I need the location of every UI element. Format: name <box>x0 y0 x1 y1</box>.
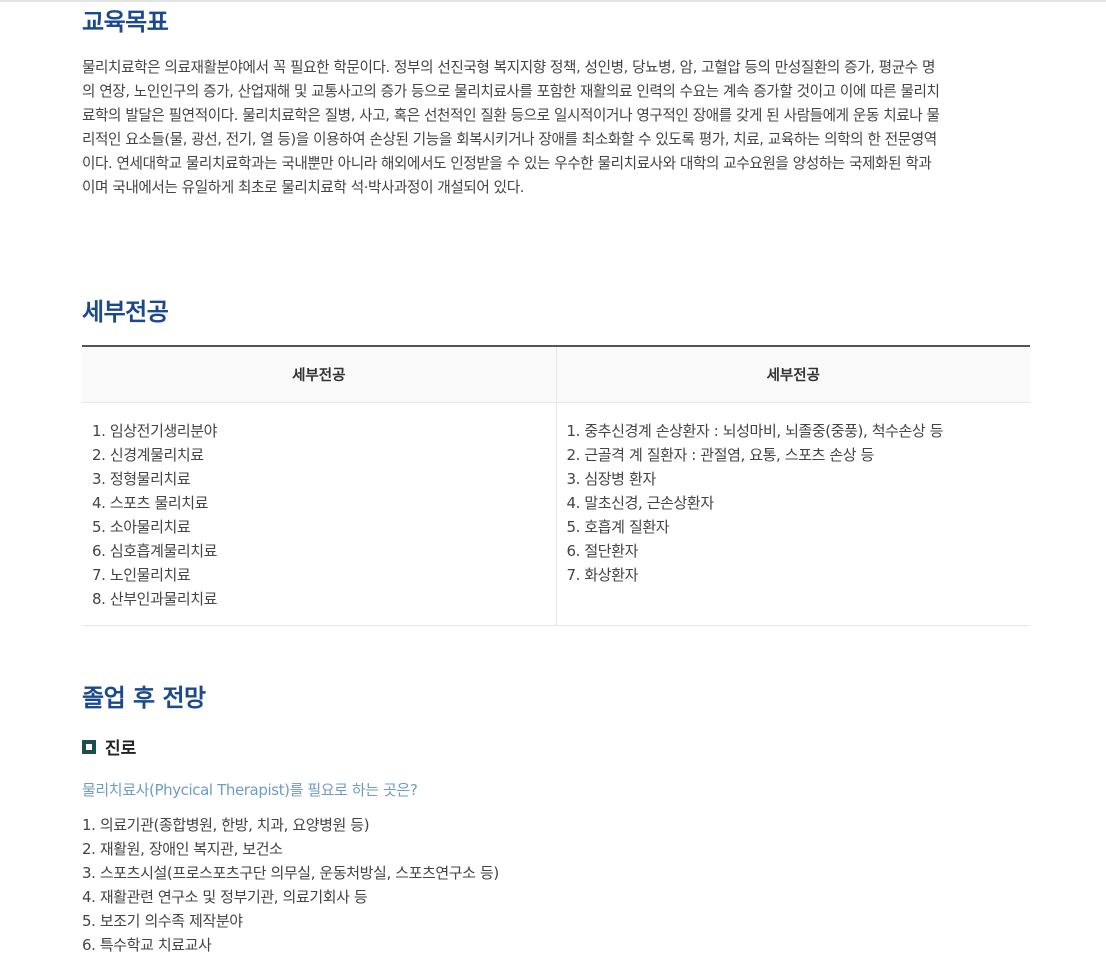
paragraph-line: 료학의 발달은 필연적이다. 물리치료학은 질병, 사고, 혹은 선천적인 질환… <box>82 107 940 124</box>
table-cell-right: 1. 중추신경계 손상환자 : 뇌성마비, 뇌졸중(중풍), 척수손상 등 2.… <box>555 402 1030 626</box>
list-item: 8. 산부인과물리치료 <box>92 590 218 608</box>
list-item: 4. 재활관련 연구소 및 정부기관, 의료기회사 등 <box>82 888 368 906</box>
table-header-row: 세부전공 세부전공 <box>82 346 1030 403</box>
career-subheading: 진로 <box>82 734 136 759</box>
career-lead: 물리치료사(Phycical Therapist)를 필요로 하는 곳은? <box>82 781 418 799</box>
table-header: 세부전공 <box>82 346 556 403</box>
list-item: 4. 말초신경, 근손상환자 <box>566 494 715 512</box>
list-item: 1. 임상전기생리분야 <box>92 422 218 440</box>
list-item: 6. 특수학교 치료교사 <box>82 936 212 954</box>
major-list: 1. 임상전기생리분야 2. 신경계물리치료 3. 정형물리치료 4. 스포츠 … <box>92 419 546 611</box>
list-item: 2. 근골격 계 질환자 : 관절염, 요통, 스포츠 손상 등 <box>566 446 875 464</box>
career-title: 졸업 후 전망 <box>82 684 206 712</box>
list-item: 5. 보조기 의수족 제작분야 <box>82 912 243 930</box>
list-item: 6. 심호흡계물리치료 <box>92 542 218 560</box>
list-item: 3. 스포츠시설(프로스포츠구단 의무실, 운동처방실, 스포츠연구소 등) <box>82 864 499 882</box>
list-item: 6. 절단환자 <box>566 542 639 560</box>
list-item: 7. 화상환자 <box>566 566 639 584</box>
career-subtitle: 진로 <box>105 739 137 759</box>
paragraph-line: 물리치료학은 의료재활분야에서 꼭 필요한 학문이다. 정부의 선진국형 복지지… <box>82 59 936 76</box>
list-item: 4. 스포츠 물리치료 <box>92 494 209 512</box>
table-row: 1. 임상전기생리분야 2. 신경계물리치료 3. 정형물리치료 4. 스포츠 … <box>82 402 1030 626</box>
list-item: 7. 노인물리치료 <box>92 566 191 584</box>
table-cell-left: 1. 임상전기생리분야 2. 신경계물리치료 3. 정형물리치료 4. 스포츠 … <box>82 402 556 626</box>
paragraph-line: 이다. 연세대학교 물리치료학과는 국내뿐만 아니라 해외에서도 인정받을 수 … <box>82 155 932 172</box>
list-item: 3. 심장병 환자 <box>566 470 657 488</box>
majors-table: 세부전공 세부전공 1. 임상전기생리분야 2. 신경계물리치료 3. 정형물리… <box>82 345 1030 626</box>
square-bullet-icon <box>82 739 96 754</box>
paragraph-line: 의 연장, 노인인구의 증가, 산업재해 및 교통사고의 증가 등으로 물리치료… <box>82 83 940 100</box>
edu-goal-title: 교육목표 <box>82 8 169 36</box>
list-item: 2. 신경계물리치료 <box>92 446 204 464</box>
list-item: 5. 호흡계 질환자 <box>566 518 670 536</box>
list-item: 3. 정형물리치료 <box>92 470 191 488</box>
list-item: 1. 의료기관(종합병원, 한방, 치과, 요양병원 등) <box>82 816 370 834</box>
career-list: 1. 의료기관(종합병원, 한방, 치과, 요양병원 등) 2. 재활원, 장애… <box>82 813 499 957</box>
list-item: 1. 중추신경계 손상환자 : 뇌성마비, 뇌졸중(중풍), 척수손상 등 <box>566 422 944 440</box>
paragraph-line: 리적인 요소들(물, 광선, 전기, 열 등)을 이용하여 손상된 기능을 회복… <box>82 131 937 148</box>
patient-list: 1. 중추신경계 손상환자 : 뇌성마비, 뇌졸중(중풍), 척수손상 등 2.… <box>567 419 1021 587</box>
paragraph-line: 이며 국내에서는 유일하게 최초로 물리치료학 석·박사과정이 개설되어 있다. <box>82 179 524 196</box>
table-header: 세부전공 <box>555 346 1030 403</box>
list-item: 5. 소아물리치료 <box>92 518 191 536</box>
edu-goal-paragraph: 물리치료학은 의료재활분야에서 꼭 필요한 학문이다. 정부의 선진국형 복지지… <box>82 56 1030 200</box>
majors-title: 세부전공 <box>82 298 169 326</box>
list-item: 2. 재활원, 장애인 복지관, 보건소 <box>82 840 283 858</box>
